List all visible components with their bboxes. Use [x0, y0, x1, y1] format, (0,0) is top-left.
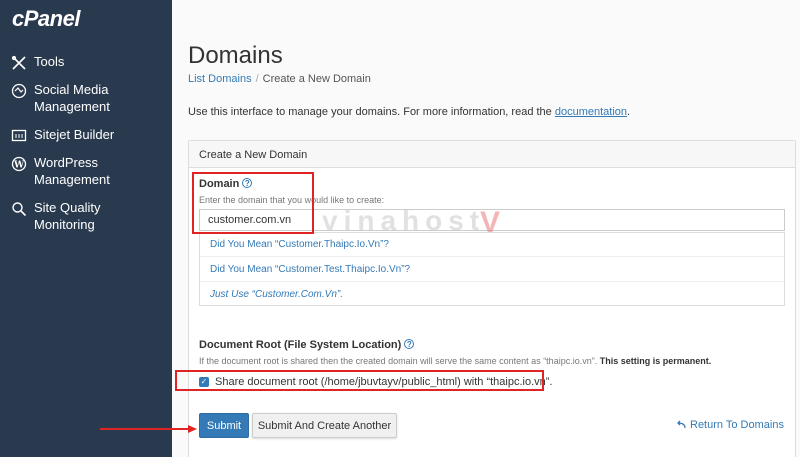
breadcrumb-list-domains-link[interactable]: List Domains — [188, 73, 252, 85]
submit-button[interactable]: Submit — [199, 413, 249, 438]
sidebar-item-label: Sitejet Builder — [34, 127, 115, 142]
suggestion-item[interactable]: Just Use “Customer.Com.Vn”. — [200, 283, 784, 307]
docroot-label: Document Root (File System Location)? — [199, 339, 415, 351]
breadcrumb-current: Create a New Domain — [262, 73, 371, 85]
sidebar-item-label: Site Quality Monitoring — [34, 200, 101, 232]
sidebar-item-social-media[interactable]: Social Media Management — [10, 81, 168, 115]
annotation-arrow — [100, 425, 197, 433]
sitejet-icon — [10, 127, 28, 145]
social-media-icon — [10, 82, 28, 100]
sidebar: cPanel Tools Social Media Management Sit… — [0, 0, 172, 457]
docroot-label-text: Document Root (File System Location) — [199, 339, 402, 351]
watermark-mark: V — [480, 206, 501, 239]
annotation-box-domain — [192, 172, 314, 234]
breadcrumb-separator: / — [255, 73, 259, 85]
sidebar-item-tools[interactable]: Tools — [10, 53, 168, 72]
sidebar-item-site-quality[interactable]: Site Quality Monitoring — [10, 199, 168, 233]
sidebar-item-label: WordPress Management — [34, 155, 110, 187]
watermark: vinahost — [322, 205, 486, 236]
tools-icon — [10, 54, 28, 72]
docroot-hint-bold: This setting is permanent. — [599, 356, 712, 366]
help-icon[interactable]: ? — [404, 339, 415, 349]
site-quality-icon — [10, 200, 28, 218]
panel-heading: Create a New Domain — [189, 141, 795, 168]
return-to-domains-label: Return To Domains — [690, 419, 784, 431]
intro-text-end: . — [627, 106, 631, 118]
intro-text: Use this interface to manage your domain… — [188, 106, 630, 118]
svg-text:W: W — [13, 161, 25, 171]
panel-title: Create a New Domain — [199, 149, 308, 161]
docroot-hint: If the document root is shared then the … — [199, 356, 711, 366]
breadcrumb: List Domains / Create a New Domain — [188, 73, 371, 85]
page-title: Domains — [188, 42, 283, 69]
return-arrow-icon — [677, 420, 686, 429]
sidebar-item-label: Social Media Management — [34, 82, 110, 114]
submit-and-create-another-button[interactable]: Submit And Create Another — [252, 413, 397, 438]
docroot-hint-text: If the document root is shared then the … — [199, 356, 600, 366]
annotation-box-share — [175, 370, 544, 391]
sidebar-item-wordpress[interactable]: W WordPress Management — [10, 154, 168, 188]
return-to-domains-link[interactable]: Return To Domains — [676, 419, 784, 431]
sidebar-item-label: Tools — [34, 54, 65, 69]
suggestion-item[interactable]: Did You Mean “Customer.Test.Thaipc.Io.Vn… — [200, 258, 784, 282]
wordpress-icon: W — [10, 155, 28, 173]
intro-text-body: Use this interface to manage your domain… — [188, 106, 555, 118]
documentation-link[interactable]: documentation — [555, 106, 627, 118]
domain-suggestions: Did You Mean “Customer.Thaipc.Io.Vn”? Di… — [199, 232, 785, 306]
cpanel-logo[interactable]: cPanel — [12, 6, 80, 32]
sidebar-item-sitejet[interactable]: Sitejet Builder — [10, 126, 168, 145]
